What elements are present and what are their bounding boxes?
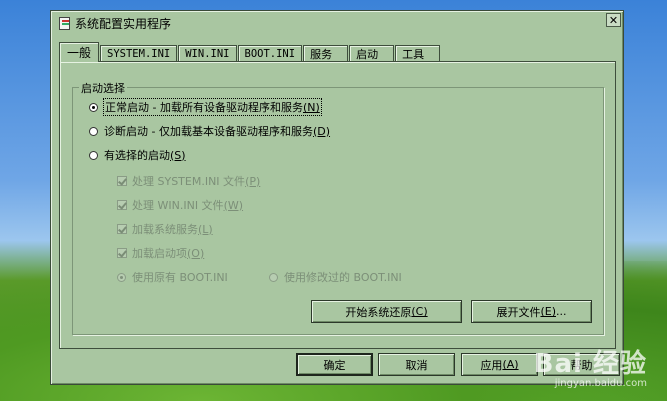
ok-button[interactable]: 确定 [296, 353, 373, 376]
start-system-restore-button[interactable]: 开始系统还原 (C) [311, 300, 462, 323]
accel-key: (E) [540, 305, 557, 318]
tab-label: BOOT.INI [244, 48, 296, 60]
close-button[interactable]: ✕ [606, 13, 621, 27]
cancel-button[interactable]: 取消 [378, 353, 455, 376]
tab-tools[interactable]: 工具 [395, 45, 441, 62]
close-icon: ✕ [608, 13, 619, 27]
tab-startup[interactable]: 启动 [349, 45, 395, 62]
process-win-ini-option[interactable]: 处理 WIN.INI 文件 (W) [117, 197, 243, 213]
radio-original-boot-ini[interactable] [117, 272, 126, 282]
radio-selective-startup[interactable] [89, 150, 98, 160]
use-original-boot-ini-option[interactable]: 使用原有 BOOT.INI [117, 269, 228, 285]
process-system-ini-option[interactable]: 处理 SYSTEM.INI 文件 (P) [117, 173, 260, 189]
selective-startup-option[interactable]: 有选择的启动 (S) [89, 147, 186, 163]
startup-selection-group: 启动选择 正常启动 - 加载所有设备驱动程序和服务(N) 诊断启动 - 仅加载基… [72, 80, 604, 335]
checkbox-load-startup-items[interactable] [117, 248, 127, 258]
tab-label: 服务 [310, 48, 333, 61]
tab-services[interactable]: 服务 [303, 45, 349, 62]
baidu-jingyan-watermark: Bai 经验 jingyan.baidu.com [533, 349, 647, 389]
tab-label: 一般 [67, 46, 92, 60]
button-label: 展开文件 [496, 305, 541, 319]
accel-key: (L) [198, 222, 213, 236]
label-text: 诊断启动 - 仅加载基本设备驱动程序和服务 [104, 125, 313, 138]
system-config-dialog: 系统配置实用程序 ✕ 一般 SYSTEM.INI WIN.INI BOOT.IN… [50, 10, 624, 385]
button-label: 开始系统还原 [345, 305, 412, 319]
load-system-services-option[interactable]: 加载系统服务 (L) [117, 221, 213, 237]
label-text: 使用原有 BOOT.INI [132, 271, 228, 284]
accel-key: (N) [302, 101, 320, 114]
expand-file-button[interactable]: 展开文件 (E)... [471, 300, 592, 323]
load-startup-items-option[interactable]: 加载启动项 (O) [117, 245, 204, 261]
radio-diagnostic-startup[interactable] [89, 126, 98, 136]
title-bar[interactable]: 系统配置实用程序 [54, 14, 620, 32]
tab-win-ini[interactable]: WIN.INI [178, 45, 237, 62]
window-title: 系统配置实用程序 [75, 16, 172, 31]
label-text: 正常启动 - 加载所有设备驱动程序和服务 [105, 101, 303, 114]
label-text: 加载启动项 [132, 247, 187, 260]
checkbox-load-system-services[interactable] [117, 224, 127, 234]
group-title: 启动选择 [79, 80, 127, 96]
use-modified-boot-ini-option[interactable]: 使用修改过的 BOOT.INI [269, 269, 402, 285]
apply-button[interactable]: 应用 (A) [461, 353, 538, 376]
tab-boot-ini[interactable]: BOOT.INI [237, 45, 303, 62]
accel-key: (D) [312, 124, 331, 138]
msconfig-app-icon [57, 16, 71, 30]
label-text: 处理 WIN.INI 文件 [132, 199, 224, 212]
accel-key: (S) [170, 148, 186, 162]
normal-startup-label: 正常启动 - 加载所有设备驱动程序和服务(N) [103, 98, 322, 116]
accel-key: (A) [502, 358, 519, 371]
accel-key: (P) [245, 174, 261, 188]
watermark-url: jingyan.baidu.com [554, 377, 647, 389]
radio-modified-boot-ini[interactable] [269, 272, 278, 282]
checkbox-process-system-ini[interactable] [117, 176, 127, 186]
radio-normal-startup[interactable] [89, 102, 98, 112]
normal-startup-option[interactable]: 正常启动 - 加载所有设备驱动程序和服务(N) [89, 98, 322, 116]
general-tab-panel: 启动选择 正常启动 - 加载所有设备驱动程序和服务(N) 诊断启动 - 仅加载基… [59, 61, 616, 349]
label-text: 使用修改过的 BOOT.INI [284, 271, 402, 284]
accel-key: (W) [223, 198, 244, 212]
diagnostic-startup-option[interactable]: 诊断启动 - 仅加载基本设备驱动程序和服务 (D) [89, 123, 330, 139]
button-label: 取消 [405, 358, 428, 372]
watermark-logo: Bai 经验 [533, 349, 647, 380]
label-text: 处理 SYSTEM.INI 文件 [132, 175, 246, 188]
tab-label: 启动 [356, 48, 379, 61]
accel-key: (C) [411, 305, 428, 318]
tab-label: 工具 [402, 48, 425, 61]
button-label: 确定 [323, 358, 346, 372]
button-label: 应用 [480, 358, 503, 372]
accel-key: (O) [187, 246, 205, 260]
label-text: 加载系统服务 [132, 223, 198, 236]
ellipsis: ... [556, 305, 567, 318]
tab-system-ini[interactable]: SYSTEM.INI [100, 45, 178, 62]
checkbox-process-win-ini[interactable] [117, 200, 127, 210]
tab-label: SYSTEM.INI [107, 48, 171, 60]
tab-general[interactable]: 一般 [59, 42, 100, 62]
label-text: 有选择的启动 [104, 149, 170, 162]
tab-strip: 一般 SYSTEM.INI WIN.INI BOOT.INI 服务 启动 工具 [59, 42, 441, 62]
tab-label: WIN.INI [185, 48, 230, 60]
